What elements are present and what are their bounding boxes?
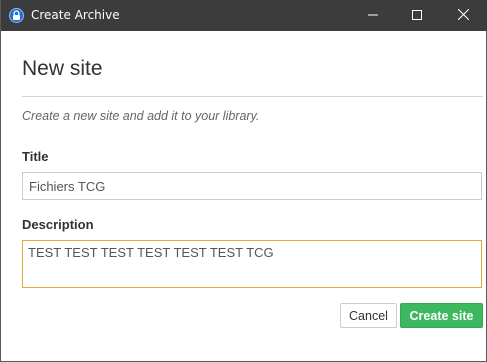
create-archive-window: Create Archive New site Create a new sit… — [0, 0, 487, 362]
cancel-button[interactable]: Cancel — [340, 303, 397, 328]
lock-icon — [9, 8, 24, 23]
maximize-icon — [412, 7, 422, 25]
divider — [22, 96, 483, 97]
close-button[interactable] — [440, 0, 486, 31]
title-input[interactable] — [22, 172, 482, 200]
create-site-button[interactable]: Create site — [400, 303, 483, 328]
window-title: Create Archive — [31, 8, 120, 22]
description-label: Description — [22, 217, 94, 232]
maximize-button[interactable] — [394, 0, 440, 31]
close-icon — [457, 7, 469, 25]
title-label: Title — [22, 149, 49, 164]
title-bar[interactable]: Create Archive — [1, 0, 487, 31]
minimize-icon — [368, 7, 378, 25]
description-textarea[interactable]: TEST TEST TEST TEST TEST TEST TCG — [22, 240, 482, 288]
minimize-button[interactable] — [350, 0, 396, 31]
page-title: New site — [22, 57, 103, 80]
dialog-subtitle: Create a new site and add it to your lib… — [22, 109, 260, 123]
